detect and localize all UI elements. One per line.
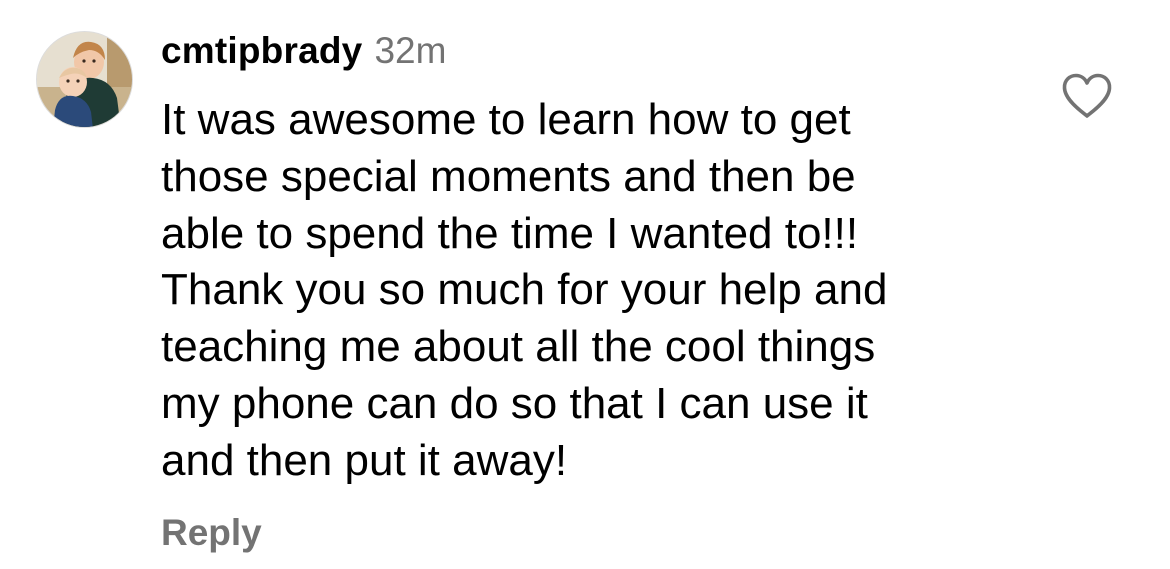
comment-item: cmtipbrady 32m It was awesome to learn h… xyxy=(0,0,1170,569)
comment-header: cmtipbrady 32m xyxy=(161,30,446,78)
comment-timestamp: 32m xyxy=(374,30,447,71)
reply-button[interactable]: Reply xyxy=(161,512,262,554)
avatar[interactable] xyxy=(36,31,133,128)
heart-outline-icon xyxy=(1062,73,1112,118)
username-link[interactable]: cmtipbrady xyxy=(161,30,362,72)
like-button[interactable] xyxy=(1061,73,1113,119)
comment-text: It was awesome to learn how to get those… xyxy=(161,95,888,485)
avatar-photo xyxy=(37,32,132,127)
